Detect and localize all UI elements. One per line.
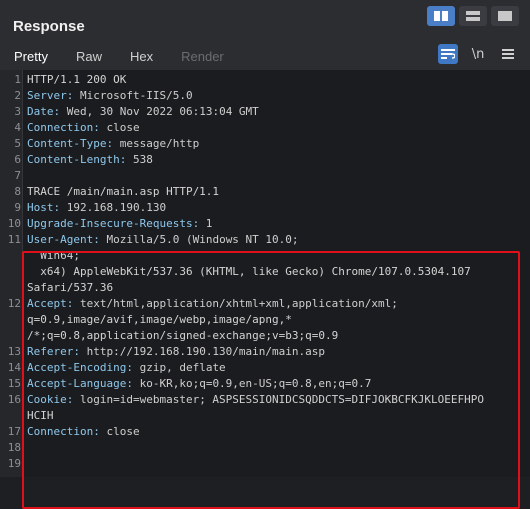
horizontal-view-icon[interactable] [459,6,487,26]
line-number: 13 [7,345,21,358]
header-value: close [99,121,140,134]
header-value: 538 [126,153,153,166]
header-key: Accept-Language: [27,377,133,390]
line-text: Connection: close [27,120,140,136]
header-value: message/http [113,137,200,150]
line-number: 10 [7,217,21,230]
header-key: Upgrade-Insecure-Requests: [27,217,200,230]
header-value: Mozilla/5.0 (Windows NT 10.0; [99,233,299,246]
response-header: Response Pretty Raw Hex Render \n [0,0,530,72]
line-number: 15 [7,377,21,390]
header-value: login=id=webmaster; ASPSESSIONIDCSQDDCTS… [73,393,484,406]
line-text: x64) AppleWebKit/537.36 (KHTML, like Gec… [27,265,471,278]
header-key: Server: [27,89,74,102]
line-number: 7 [14,169,21,182]
line-text: Cookie: login=id=webmaster; ASPSESSIONID… [27,392,484,408]
line-text: HCIH [27,409,54,422]
line-text: Host: 192.168.190.130 [27,200,166,216]
header-key: Content-Type: [27,137,114,150]
header-value: close [99,425,140,438]
line-text: Server: Microsoft-IIS/5.0 [27,88,193,104]
header-key: Content-Length: [27,153,127,166]
header-value: ko-KR,ko;q=0.9,en-US;q=0.8,en;q=0.7 [132,377,372,390]
line-number: 3 [14,105,21,118]
menu-icon[interactable] [498,44,518,64]
line-text: Safari/537.36 [27,281,114,294]
line-number: 2 [14,89,21,102]
header-key: Referer: [27,345,80,358]
line-number: 16 [7,393,21,406]
header-value: gzip, deflate [132,361,226,374]
line-number: 18 [7,441,21,454]
line-number: 14 [7,361,21,374]
line-text: HTTP/1.1 200 OK [27,73,127,86]
line-text: User-Agent: Mozilla/5.0 (Windows NT 10.0… [27,232,299,248]
line-text: Connection: close [27,424,140,440]
line-text: Content-Length: 538 [27,152,153,168]
header-value: text/html,application/xhtml+xml,applicat… [73,297,398,310]
line-text: Win64; [27,249,80,262]
tab-raw[interactable]: Raw [62,46,116,70]
response-editor[interactable]: 1 HTTP/1.1 200 OK 2 Server: Microsoft-IIS/5… [0,70,530,509]
tab-pretty[interactable]: Pretty [0,46,62,72]
header-value: Microsoft-IIS/5.0 [73,89,193,102]
line-number: 17 [7,425,21,438]
wrap-icon[interactable] [438,44,458,64]
header-key: Cookie: [27,393,74,406]
line-text: Referer: http://192.168.190.130/main/mai… [27,344,325,360]
line-text: Upgrade-Insecure-Requests: 1 [27,216,212,232]
header-key: Accept-Encoding: [27,361,133,374]
editor-tools: \n [438,44,518,64]
line-number: 12 [7,297,21,310]
line-number: 11 [7,233,21,246]
line-text: Accept: text/html,application/xhtml+xml,… [27,296,398,312]
tab-hex[interactable]: Hex [116,46,167,70]
view-tabs: Pretty Raw Hex Render [0,46,238,72]
panel-title: Response [13,18,85,35]
line-number: 19 [7,457,21,470]
split-view-icon[interactable] [427,6,455,26]
line-text: Accept-Encoding: gzip, deflate [27,360,226,376]
header-key: Connection: [27,425,100,438]
line-text: /*;q=0.8,application/signed-exchange;v=b… [27,329,339,342]
layout-toggle-group [427,6,519,26]
header-value: 192.168.190.130 [60,201,167,214]
header-value: http://192.168.190.130/main/main.asp [79,345,326,358]
header-key: Date: [27,105,61,118]
line-number: 5 [14,137,21,150]
line-text: TRACE /main/main.asp HTTP/1.1 [27,185,220,198]
newline-icon[interactable]: \n [468,44,488,64]
line-text: Accept-Language: ko-KR,ko;q=0.9,en-US;q=… [27,376,371,392]
tab-render[interactable]: Render [167,46,238,70]
line-text: Date: Wed, 30 Nov 2022 06:13:04 GMT [27,104,259,120]
header-value: 1 [199,217,213,230]
line-number: 9 [14,201,21,214]
single-view-icon[interactable] [491,6,519,26]
header-key: Accept: [27,297,74,310]
line-number: 4 [14,121,21,134]
header-value: Wed, 30 Nov 2022 06:13:04 GMT [60,105,259,118]
line-text: q=0.9,image/avif,image/webp,image/apng,* [27,313,292,326]
line-number: 8 [14,185,21,198]
line-text: Content-Type: message/http [27,136,199,152]
line-number: 1 [14,73,21,86]
header-key: User-Agent: [27,233,100,246]
header-key: Host: [27,201,61,214]
header-key: Connection: [27,121,100,134]
line-number: 6 [14,153,21,166]
